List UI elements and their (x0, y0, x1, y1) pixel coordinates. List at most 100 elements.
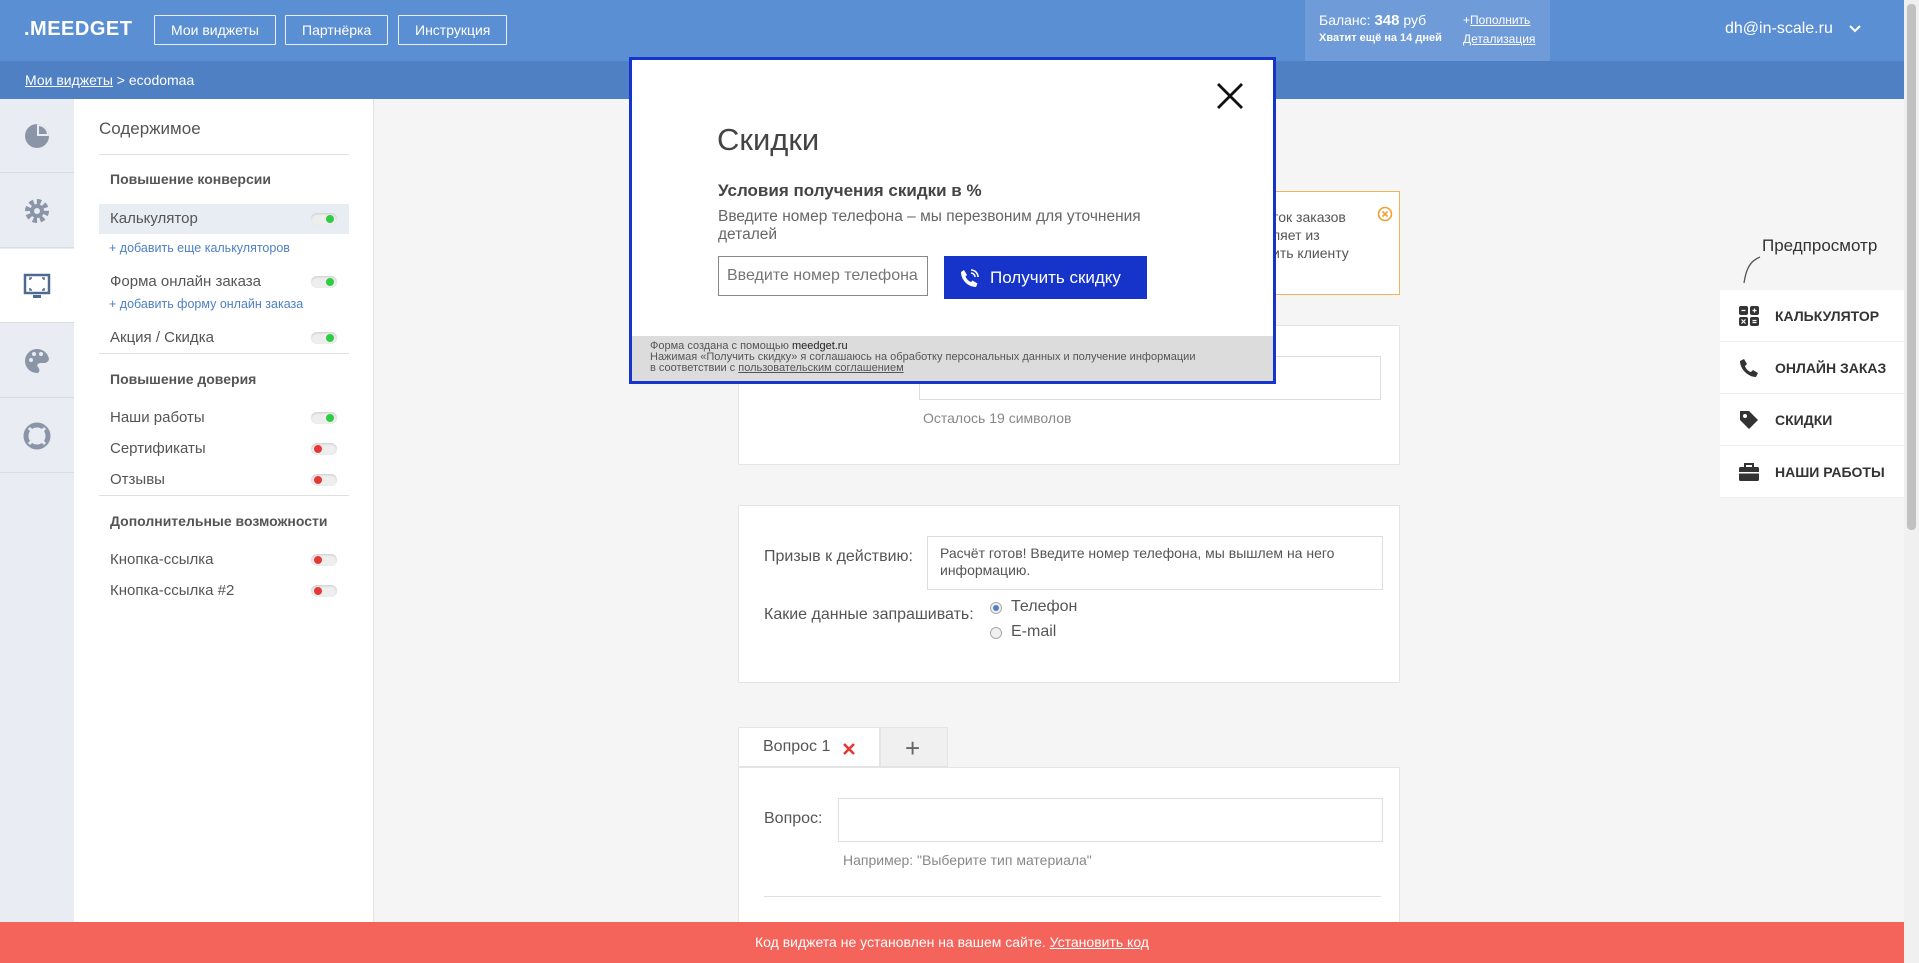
menu-item-label: Калькулятор (110, 210, 198, 227)
menu-item-link-button-2[interactable]: Кнопка-ссылка #2 (99, 576, 349, 606)
cta-label: Призыв к действию: (764, 548, 913, 565)
menu-item-label: Форма онлайн заказа (110, 273, 261, 290)
rail-content[interactable] (0, 249, 74, 323)
section-trust: Повышение доверия (110, 371, 257, 387)
question-card: Вопрос: Например: "Выберите тип материал… (738, 767, 1400, 927)
install-code-link[interactable]: Установить код (1050, 934, 1149, 950)
breadcrumb-current: ecodomaa (128, 72, 195, 88)
toggle-indicator (326, 215, 334, 223)
toggle-reviews[interactable] (311, 474, 337, 486)
preview-discounts[interactable]: СКИДКИ (1720, 394, 1904, 446)
nav-partner-button[interactable]: Партнёрка (285, 15, 389, 45)
toggle-indicator (314, 476, 322, 484)
details-link[interactable]: Детализация (1463, 32, 1535, 46)
briefcase-icon (1739, 463, 1759, 481)
balance-text: Баланс: 348 руб (1319, 12, 1426, 29)
banner-text: Код виджета не установлен на вашем сайте… (755, 934, 1050, 950)
plus-icon: + (905, 733, 921, 763)
topup-prefix: + (1463, 13, 1471, 27)
tab-question-1[interactable]: Вопрос 1 (738, 727, 880, 767)
nav-my-widgets-button[interactable]: Мои виджеты (154, 15, 276, 45)
radio-email-label: E-mail (1011, 623, 1057, 640)
toggle-indicator (314, 445, 322, 453)
menu-item-reviews[interactable]: Отзывы (99, 465, 349, 495)
toggle-link-button[interactable] (311, 554, 337, 566)
rail-design[interactable] (0, 324, 74, 398)
question-input[interactable] (838, 798, 1383, 842)
delete-icon[interactable] (842, 742, 856, 756)
preview-item-label: СКИДКИ (1775, 412, 1833, 428)
menu-item-our-works[interactable]: Наши работы (99, 403, 349, 433)
discount-modal: Скидки Условия получения скидки в % Введ… (629, 57, 1276, 384)
toggle-calculator[interactable] (311, 213, 337, 225)
user-agreement-link[interactable]: пользовательским соглашением (738, 362, 903, 374)
preview-online-order[interactable]: ОНЛАЙН ЗАКАЗ (1720, 342, 1904, 394)
palette-icon (25, 348, 49, 373)
scrollbar-thumb[interactable] (1907, 4, 1916, 530)
balance-currency: руб (1399, 12, 1427, 28)
question-label: Вопрос: (764, 810, 823, 827)
add-order-form-link[interactable]: + добавить форму онлайн заказа (109, 297, 303, 311)
radio-phone-label: Телефон (1011, 598, 1078, 615)
radio-email[interactable] (990, 627, 1002, 639)
rail-stats[interactable] (0, 99, 74, 173)
divider (764, 896, 1381, 897)
menu-item-label: Сертификаты (110, 440, 206, 457)
nav-instructions-button[interactable]: Инструкция (398, 15, 508, 45)
monitor-icon (23, 273, 51, 298)
chevron-down-icon[interactable] (1848, 22, 1862, 36)
toggle-our-works[interactable] (311, 412, 337, 424)
toggle-discount[interactable] (311, 332, 337, 344)
get-discount-button[interactable]: Получить скидку (944, 256, 1147, 299)
menu-item-calculator[interactable]: Калькулятор (99, 204, 349, 234)
divider (99, 353, 349, 354)
phone-call-icon (961, 269, 979, 287)
tag-icon (1740, 411, 1758, 429)
toggle-indicator (314, 556, 322, 564)
arrow-icon (1743, 256, 1761, 284)
toggle-indicator (314, 587, 322, 595)
toggle-certificates[interactable] (311, 443, 337, 455)
preview-item-label: ОНЛАЙН ЗАКАЗ (1775, 360, 1887, 376)
close-circle-icon[interactable] (1377, 206, 1393, 222)
balance-box: Баланс: 348 руб Хватит ещё на 14 дней +П… (1305, 0, 1550, 61)
radio-phone[interactable] (990, 602, 1002, 614)
lifebuoy-icon (23, 422, 51, 449)
menu-item-label: Отзывы (110, 471, 165, 488)
chars-left-hint: Осталось 19 символов (923, 410, 1072, 426)
menu-title: Содержимое (99, 119, 201, 138)
menu-item-certificates[interactable]: Сертификаты (99, 434, 349, 464)
cta-textarea[interactable]: Расчёт готов! Введите номер телефона, мы… (927, 536, 1383, 590)
modal-title: Скидки (717, 122, 820, 157)
toggle-indicator (326, 278, 334, 286)
close-icon[interactable] (1215, 81, 1245, 111)
breadcrumb-separator: > (112, 72, 129, 88)
rail-settings[interactable] (0, 174, 74, 248)
warning-text: ить клиенту (1272, 245, 1349, 261)
warning-text: ляет из (1272, 227, 1320, 243)
modal-description: Введите номер телефона – мы перезвоним д… (718, 208, 1141, 243)
preview-our-works[interactable]: НАШИ РАБОТЫ (1720, 446, 1904, 498)
phone-input[interactable] (718, 256, 928, 296)
menu-item-label: Акция / Скидка (110, 329, 214, 346)
add-calculators-link[interactable]: + добавить еще калькуляторов (109, 241, 290, 255)
tab-label: Вопрос 1 (763, 738, 831, 755)
preview-calculator[interactable]: КАЛЬКУЛЯТОР (1720, 290, 1904, 342)
rail-support[interactable] (0, 399, 74, 473)
logo[interactable]: .MEEDGET (24, 18, 132, 41)
footer-text: в соответствии с (650, 362, 739, 374)
topup-link[interactable]: Пополнить (1470, 13, 1530, 27)
user-email[interactable]: dh@in-scale.ru (1725, 20, 1833, 38)
menu-item-link-button[interactable]: Кнопка-ссылка (99, 545, 349, 575)
toggle-indicator (326, 334, 334, 342)
menu-item-discount[interactable]: Акция / Скидка (99, 323, 349, 353)
preview-item-label: НАШИ РАБОТЫ (1775, 464, 1885, 480)
modal-footer: Форма создана с помощью meedget.ru Нажим… (632, 336, 1273, 381)
tab-add-question[interactable]: + (880, 727, 948, 767)
breadcrumb-root-link[interactable]: Мои виджеты (25, 72, 113, 88)
toggle-order-form[interactable] (311, 276, 337, 288)
content-menu: Содержимое Повышение конверсии Калькулят… (74, 99, 374, 963)
menu-item-order-form[interactable]: Форма онлайн заказа (99, 267, 349, 297)
toggle-link-button-2[interactable] (311, 585, 337, 597)
top-header: .MEEDGET Мои виджеты Партнёрка Инструкци… (0, 0, 1919, 61)
